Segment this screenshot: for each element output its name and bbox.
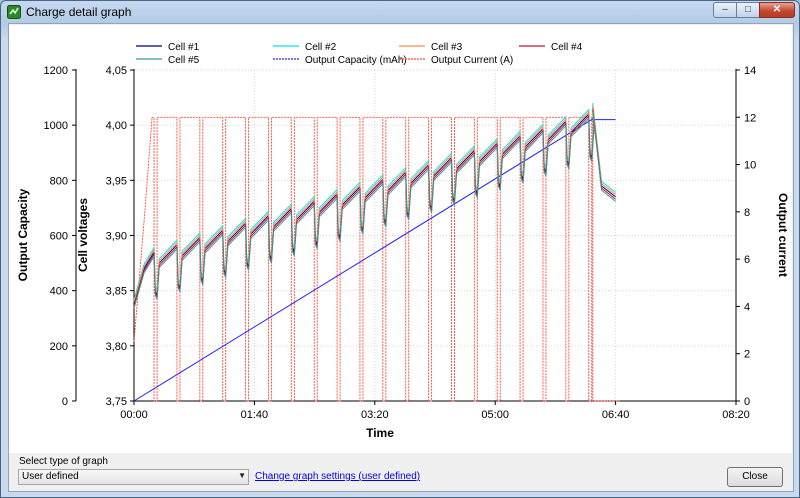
voltage-tick-label: 4,00 (106, 120, 127, 132)
charge-chart: 0 200 400 600 800 1000 1200 3,75 3,80 3,85 3,90 3,9… (16, 42, 790, 440)
current-axis-title: Output current (776, 193, 790, 277)
voltage-tick-label: 3,90 (106, 231, 127, 243)
legend-label: Cell #3 (431, 42, 463, 53)
graph-type-label: Select type of graph (19, 456, 108, 467)
current-tick-label: 0 (744, 396, 750, 408)
legend-label: Cell #2 (305, 42, 337, 53)
chart-panel: 0 200 400 600 800 1000 1200 3,75 3,80 3,85 3,90 3,9… (9, 25, 792, 453)
voltage-tick-label: 3,80 (106, 341, 127, 353)
voltage-tick-label: 4,05 (106, 65, 127, 77)
chevron-down-icon[interactable]: ▼ (238, 471, 246, 480)
title-bar[interactable]: Charge detail graph – □ ✕ (1, 1, 799, 23)
capacity-axis-title: Output Capacity (16, 188, 30, 281)
minimize-button[interactable]: – (713, 2, 737, 18)
cell-voltage-line (133, 111, 616, 309)
graph-type-value: User defined (22, 471, 79, 482)
current-tick-label: 14 (744, 65, 756, 77)
x-tick-label: 05:00 (481, 409, 509, 421)
maximize-button[interactable]: □ (736, 2, 760, 18)
graph-type-select[interactable]: User defined ▼ (18, 469, 249, 485)
legend-label: Output Capacity (mAh) (305, 55, 407, 66)
maximize-icon: □ (744, 4, 752, 15)
capacity-tick-label: 200 (50, 341, 68, 353)
x-tick-label: 01:40 (241, 409, 269, 421)
voltage-tick-label: 3,75 (106, 396, 127, 408)
current-tick-label: 12 (744, 112, 756, 124)
capacity-tick-label: 0 (62, 396, 68, 408)
x-axis-title: Time (366, 426, 394, 440)
legend-label: Output Current (A) (431, 55, 513, 66)
capacity-tick-label: 1200 (44, 65, 68, 77)
x-tick-label: 03:20 (361, 409, 389, 421)
capacity-tick-label: 1000 (44, 120, 68, 132)
change-graph-settings-link[interactable]: Change graph settings (user defined) (255, 471, 420, 482)
capacity-tick-label: 800 (50, 175, 68, 187)
close-icon: ✕ (772, 4, 782, 15)
capacity-tick-label: 400 (50, 286, 68, 298)
current-tick-label: 4 (744, 301, 750, 313)
x-tick-label: 00:00 (120, 409, 148, 421)
legend-label: Cell #4 (551, 42, 583, 53)
close-button[interactable]: Close (727, 467, 783, 487)
bottom-bar: Select type of graph User defined ▼ Chan… (9, 454, 793, 491)
current-tick-label: 2 (744, 349, 750, 361)
current-tick-label: 8 (744, 207, 750, 219)
current-tick-label: 10 (744, 160, 756, 172)
close-window-button[interactable]: ✕ (759, 2, 795, 18)
minimize-icon: – (722, 4, 728, 15)
app-icon (7, 5, 21, 19)
x-tick-label: 08:20 (722, 409, 750, 421)
voltage-tick-label: 3,95 (106, 175, 127, 187)
x-tick-label: 06:40 (602, 409, 630, 421)
client-area: 0 200 400 600 800 1000 1200 3,75 3,80 3,85 3,90 3,9… (8, 23, 794, 492)
current-tick-label: 6 (744, 254, 750, 266)
capacity-tick-label: 600 (50, 231, 68, 243)
voltage-axis-title: Cell voltages (76, 198, 90, 272)
legend-label: Cell #1 (168, 42, 200, 53)
window-title: Charge detail graph (26, 5, 132, 19)
charge-detail-window: Charge detail graph – □ ✕ 0 200 400 600 800 1… (0, 0, 800, 498)
voltage-tick-label: 3,85 (106, 286, 127, 298)
legend-label: Cell #5 (168, 55, 200, 66)
